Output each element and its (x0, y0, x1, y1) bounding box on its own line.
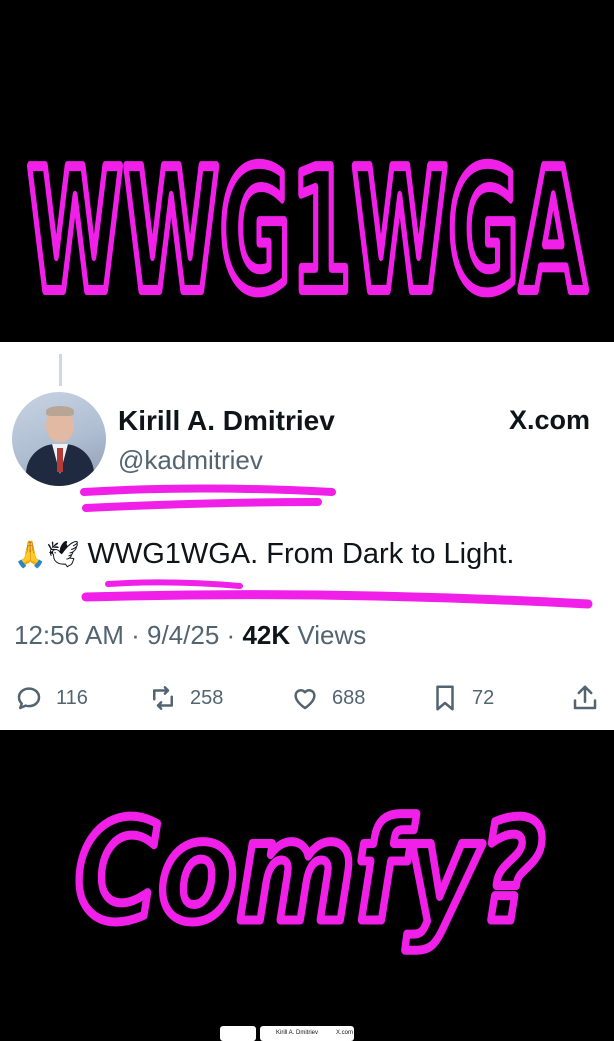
bookmark-button[interactable]: 72 (430, 678, 494, 718)
display-name[interactable]: Kirill A. Dmitriev (118, 405, 335, 437)
thumbnail-1[interactable] (220, 1026, 256, 1041)
tweet-text: 🙏🕊 WWG1WGA. From Dark to Light. (14, 538, 514, 571)
meta-separator: · (226, 620, 236, 650)
views-label: Views (297, 620, 367, 650)
avatar[interactable] (12, 392, 106, 486)
tweet-date[interactable]: 9/4/25 (147, 620, 219, 650)
handwritten-wwg1wga: WWG1WGA (27, 133, 587, 331)
image-thumbnail-strip[interactable]: Kirill A. Dmitriev X.com (220, 1026, 360, 1041)
repost-icon (153, 686, 173, 710)
reply-button[interactable]: 116 (14, 678, 88, 718)
reply-icon (17, 687, 41, 710)
share-button[interactable] (570, 678, 600, 718)
views-count: 42K (242, 620, 291, 650)
thumbnail-source: X.com (336, 1030, 354, 1036)
meta-separator: · (131, 620, 140, 650)
top-overlay-band: WWG1WGA (0, 0, 614, 342)
like-button[interactable]: 688 (290, 678, 365, 718)
heart-icon (294, 689, 316, 710)
tweet-time[interactable]: 12:56 AM (14, 620, 124, 650)
bookmark-icon (436, 685, 454, 711)
x-logo: X.com (508, 405, 590, 435)
like-count: 688 (332, 686, 366, 709)
tweet-body: WWG1WGA. From Dark to Light. (87, 538, 515, 570)
thumbnail-name: Kirill A. Dmitriev (276, 1030, 319, 1036)
bottom-overlay-band: Comfy? Kirill A. Dmitriev X.com (0, 730, 614, 1041)
tweet-card: Kirill A. Dmitriev @kadmitriev X.com 🙏🕊 … (0, 342, 614, 730)
handwritten-title: WWG1WGA (10, 128, 604, 336)
tweet-meta: 12:56 AM · 9/4/25 · 42K Views (14, 620, 366, 651)
repost-count: 258 (190, 686, 224, 709)
bookmark-count: 72 (472, 686, 495, 709)
action-bar: 116 258 688 72 (0, 678, 614, 718)
handwritten-question: Comfy? (50, 750, 570, 970)
handwritten-comfy: Comfy? (75, 791, 545, 954)
thumbnail-2[interactable]: Kirill A. Dmitriev X.com (260, 1026, 354, 1041)
share-icon (573, 685, 597, 710)
thread-connector (59, 354, 62, 386)
emoji-prefix: 🙏🕊 (14, 540, 80, 570)
repost-button[interactable]: 258 (148, 678, 223, 718)
reply-count: 116 (56, 686, 88, 709)
user-handle[interactable]: @kadmitriev (118, 445, 263, 476)
handle-underline-scribble (80, 484, 593, 609)
